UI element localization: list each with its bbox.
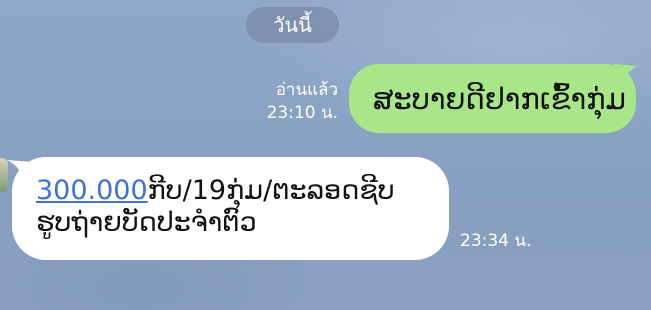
- incoming-message-bubble[interactable]: 300.000ກີບ/19ກຸ່ມ/ຕະລອດຊີບ ຮູບຖ່າຍບັດປະຈ…: [12, 157, 449, 260]
- incoming-timestamp: 23:34 น.: [460, 231, 532, 251]
- chat-background: [0, 0, 651, 310]
- incoming-message-line-1: 300.000ກີບ/19ກຸ່ມ/ຕະລອດຊີບ: [36, 175, 449, 207]
- outgoing-timestamp: 23:10 น.: [266, 103, 338, 123]
- outgoing-message-text: ສະບາຍດີຢາກເຂົ້າກຸ່ມ: [373, 81, 626, 116]
- date-divider-label: วันนี้: [273, 13, 312, 37]
- incoming-message-line-1-text: ກີບ/19ກຸ່ມ/ຕະລອດຊີບ: [147, 175, 395, 206]
- price-link[interactable]: 300.000: [36, 175, 148, 206]
- outgoing-message-bubble[interactable]: ສະບາຍດີຢາກເຂົ້າກຸ່ມ: [349, 64, 636, 133]
- read-receipt: อ่านแล้ว: [275, 80, 338, 100]
- incoming-message-line-2: ຮູບຖ່າຍບັດປະຈຳຕົວ: [36, 207, 257, 238]
- date-divider: วันนี้: [246, 7, 339, 43]
